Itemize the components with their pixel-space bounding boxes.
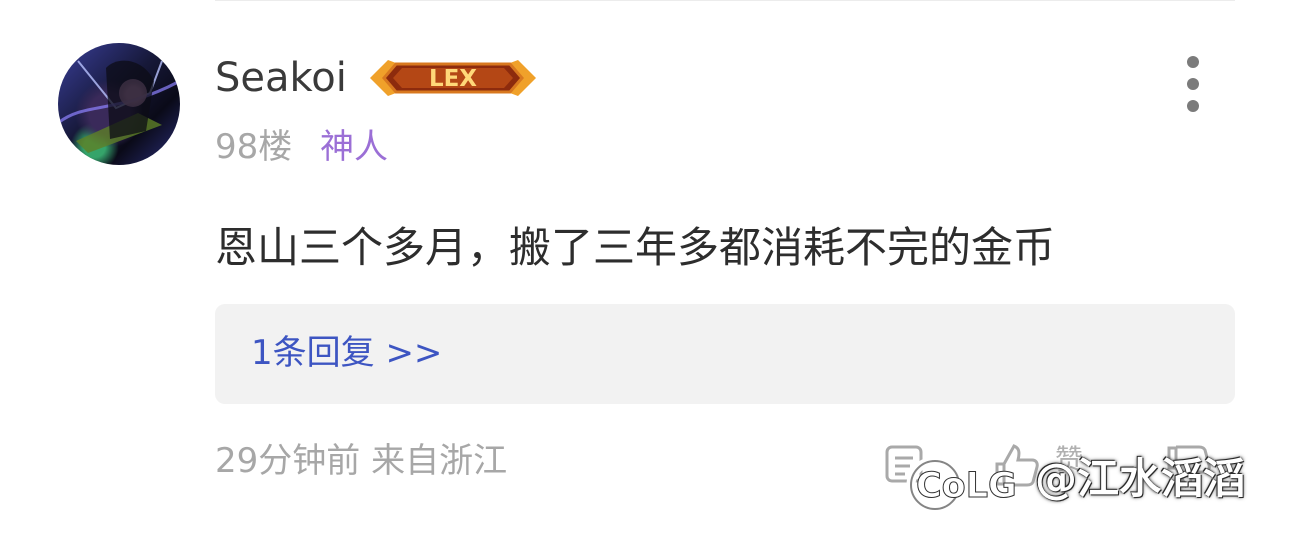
comment-icon[interactable] [880, 440, 932, 492]
avatar[interactable] [58, 43, 180, 165]
more-dot-icon [1187, 78, 1199, 90]
more-dot-icon [1187, 56, 1199, 68]
view-replies-link[interactable]: 1条回复 >> [251, 330, 442, 376]
more-options-button[interactable] [1172, 56, 1214, 114]
username[interactable]: Seakoi [215, 50, 347, 106]
comment-text: 恩山三个多月，搬了三年多都消耗不完的金币 [215, 223, 1056, 272]
more-dot-icon [1187, 100, 1199, 112]
svg-text:LEX: LEX [429, 66, 477, 92]
reply-preview[interactable]: 1条回复 >> [215, 304, 1235, 404]
top-divider [215, 0, 1235, 1]
level-badge-icon: LEX [370, 60, 536, 96]
floor-number: 98楼 [215, 127, 293, 167]
comment-time-location: 29分钟前 来自浙江 [215, 441, 508, 481]
user-rank-badge: 神人 [320, 127, 388, 167]
watermark-text: @江水滔滔 [1035, 454, 1246, 503]
